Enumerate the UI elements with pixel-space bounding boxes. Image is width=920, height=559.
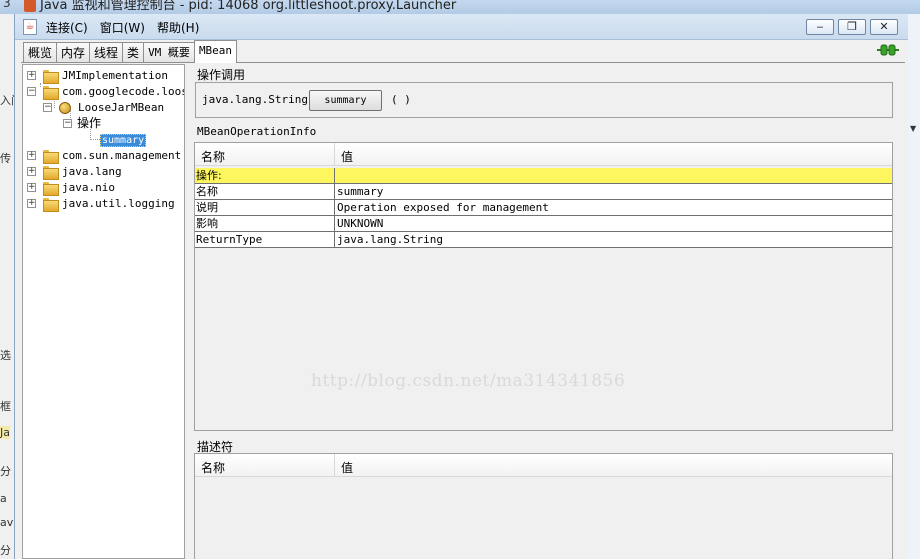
column-separator[interactable] (334, 143, 335, 166)
row-value: summary (337, 185, 384, 198)
operation-return-type: java.lang.String (202, 93, 308, 106)
mbean-detail-panel: 操作调用 java.lang.String summary ( ) MBeanO… (193, 64, 899, 559)
restore-button[interactable]: ❐ (838, 19, 866, 35)
tab-divider (21, 62, 905, 63)
tree-node-label: 操作 (77, 116, 102, 130)
window-titlebar: ☕ 连接(C) 窗口(W) 帮助(H) ‒ ❐ ✕ (15, 14, 908, 40)
background-text: av (0, 516, 14, 529)
row-value: java.lang.String (337, 233, 443, 246)
collapse-icon[interactable]: − (27, 87, 36, 96)
column-header-value[interactable]: 值 (341, 459, 353, 476)
background-window-titlebar: 3 Java 监视和管理控制台 - pid: 14068 org.littles… (0, 0, 920, 14)
folder-icon (43, 150, 59, 164)
minimize-button[interactable]: ‒ (806, 19, 834, 35)
expand-icon[interactable]: + (27, 167, 36, 176)
row-key: 操作: (195, 168, 335, 183)
tab-threads[interactable]: 线程 (89, 42, 124, 63)
folder-icon (43, 70, 59, 84)
close-button[interactable]: ✕ (870, 19, 898, 35)
folder-icon (43, 166, 59, 180)
table-header: 名称 值 (195, 454, 892, 477)
tree-node-label: LooseJarMBean (78, 101, 165, 114)
background-text: 分 (0, 465, 11, 478)
descriptor-table: 名称 值 (194, 453, 893, 559)
operation-invocation-title: 操作调用 (197, 68, 246, 82)
tab-bar: 概览 内存 线程 类 VM 概要 MBean (23, 40, 238, 63)
menu-window[interactable]: 窗口(W) (99, 19, 146, 36)
row-key: 影响 (195, 216, 335, 231)
expand-icon[interactable]: + (27, 71, 36, 80)
column-header-value[interactable]: 值 (341, 148, 353, 165)
tab-classes[interactable]: 类 (122, 42, 145, 63)
tree-node-summary[interactable]: summary (100, 133, 147, 147)
background-text: 入门 (0, 94, 14, 107)
connection-plug-icon[interactable] (877, 44, 899, 56)
row-key: 名称 (195, 184, 335, 199)
row-key: ReturnType (195, 232, 335, 247)
table-row[interactable]: 名称 summary (195, 184, 892, 200)
expand-icon[interactable]: + (27, 199, 36, 208)
tree-node-label: java.util.logging (62, 197, 175, 210)
menu-connection[interactable]: 连接(C) (45, 19, 89, 36)
tab-memory[interactable]: 内存 (56, 42, 91, 63)
table-row[interactable]: 操作: (195, 168, 892, 184)
folder-icon (43, 198, 59, 212)
background-text: 传 (0, 152, 11, 165)
tree-node-label: java.nio (62, 181, 115, 194)
row-value: UNKNOWN (337, 217, 384, 230)
watermark-text: http://blog.csdn.net/ma314341856 (311, 371, 626, 391)
table-header: 名称 值 (195, 143, 892, 166)
jconsole-window: ☕ 连接(C) 窗口(W) 帮助(H) ‒ ❐ ✕ 概览 内存 线程 类 VM … (14, 14, 908, 559)
tree-node-label: com.sun.management (62, 149, 182, 162)
collapse-icon[interactable]: − (63, 119, 72, 128)
tab-mbean[interactable]: MBean (193, 40, 238, 63)
menu-bar: 连接(C) 窗口(W) 帮助(H) (45, 19, 200, 36)
background-window-right-edge: ▼ (908, 14, 920, 559)
column-separator[interactable] (334, 454, 335, 477)
expand-icon[interactable]: + (27, 183, 36, 192)
dropdown-arrow-icon: ▼ (910, 124, 917, 133)
table-row[interactable]: ReturnType java.lang.String (195, 232, 892, 248)
tab-vm-summary[interactable]: VM 概要 (143, 42, 195, 63)
row-key: 说明 (195, 200, 335, 215)
operation-info-title: MBeanOperationInfo (197, 125, 317, 138)
folder-icon (43, 86, 59, 100)
background-text: Ja (0, 426, 10, 439)
background-window-left-edge: 入门 传 选 框 Ja 分 a av 分 (0, 14, 14, 559)
java-app-icon (24, 0, 36, 12)
invoke-summary-button[interactable]: summary (309, 90, 382, 111)
operation-params: ( ) (391, 93, 411, 106)
tree-node-label: java.lang (62, 165, 122, 178)
tree-node-label: JMImplementation (62, 69, 168, 82)
column-header-name[interactable]: 名称 (201, 459, 225, 476)
operation-info-table: 名称 值 操作: 名称 summary 说明 Operation exposed… (194, 142, 893, 431)
java-window-icon: ☕ (23, 19, 37, 35)
background-text: a (0, 492, 7, 505)
mbean-tree[interactable]: + JMImplementation − com.googlecode.loos… (22, 64, 185, 559)
operation-invocation-panel: java.lang.String summary ( ) (195, 82, 893, 118)
tree-connector (40, 83, 41, 87)
menu-help[interactable]: 帮助(H) (156, 19, 200, 36)
mbean-icon (59, 102, 71, 114)
tree-connector (90, 139, 100, 140)
table-row[interactable]: 说明 Operation exposed for management (195, 200, 892, 216)
background-text: 框 (0, 400, 11, 413)
collapse-icon[interactable]: − (43, 103, 52, 112)
background-corner-digit: 3 (3, 0, 11, 10)
tree-node-label: summary (100, 134, 147, 147)
folder-icon (43, 182, 59, 196)
table-row[interactable]: 影响 UNKNOWN (195, 216, 892, 232)
row-value: Operation exposed for management (337, 201, 549, 214)
tree-node-label: com.googlecode.loose (62, 85, 185, 98)
background-text: 选 (0, 349, 11, 362)
column-header-name[interactable]: 名称 (201, 148, 225, 165)
tab-overview[interactable]: 概览 (23, 42, 58, 63)
background-text: 分 (0, 544, 11, 557)
expand-icon[interactable]: + (27, 151, 36, 160)
background-window-title: Java 监视和管理控制台 - pid: 14068 org.littlesho… (40, 0, 457, 13)
